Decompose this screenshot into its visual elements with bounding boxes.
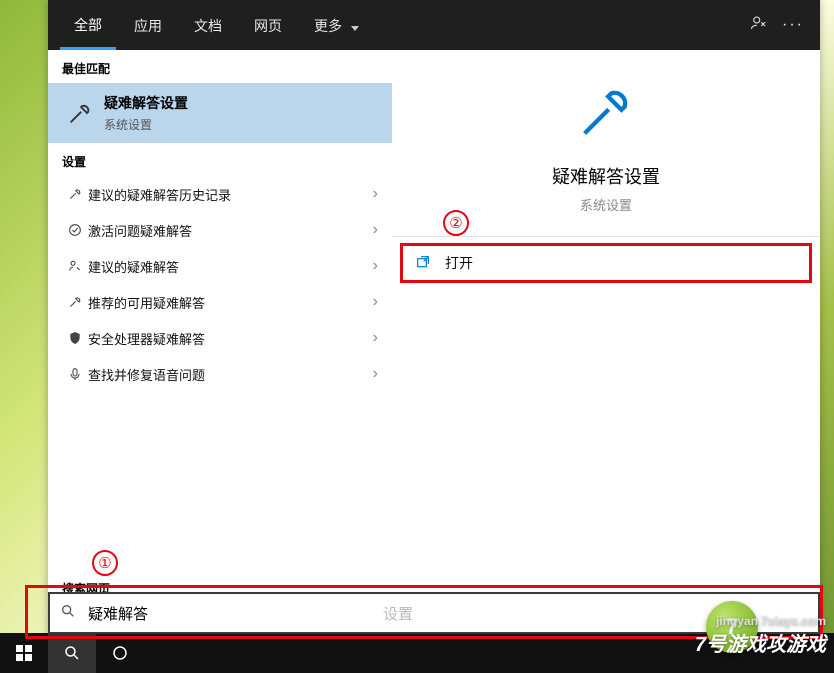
tab-apps[interactable]: 应用 bbox=[120, 2, 176, 48]
content-area: 最佳匹配 疑难解答设置 系统设置 设置 建议的疑难解答历史记录 › bbox=[48, 50, 820, 639]
section-best-match: 最佳匹配 bbox=[48, 50, 392, 83]
settings-item-activation[interactable]: 激活问题疑难解答 › bbox=[48, 212, 392, 248]
top-tabs-bar: 全部 应用 文档 网页 更多 ··· bbox=[48, 0, 820, 50]
watermark-text: jingyan 7xiayx.com 7号游戏攻游戏 bbox=[695, 614, 826, 657]
tab-more[interactable]: 更多 bbox=[300, 2, 373, 48]
settings-item-label: 推荐的可用疑难解答 bbox=[88, 293, 205, 312]
chevron-right-icon: › bbox=[373, 293, 378, 311]
best-match-item[interactable]: 疑难解答设置 系统设置 bbox=[48, 83, 392, 143]
open-icon bbox=[415, 254, 431, 273]
preview-pane: 疑难解答设置 系统设置 打开 bbox=[392, 50, 820, 639]
settings-item-label: 建议的疑难解答 bbox=[88, 257, 179, 276]
microphone-icon bbox=[62, 366, 88, 382]
annotation-step-1: ① bbox=[92, 550, 118, 576]
check-circle-icon bbox=[62, 222, 88, 238]
settings-list: 建议的疑难解答历史记录 › 激活问题疑难解答 › 建议的疑难解答 › 推荐的可用… bbox=[48, 176, 392, 570]
more-options-icon[interactable]: ··· bbox=[778, 16, 808, 34]
chevron-right-icon: › bbox=[373, 221, 378, 239]
wrench-icon bbox=[62, 186, 88, 202]
chevron-right-icon: › bbox=[373, 185, 378, 203]
search-icon bbox=[60, 603, 76, 624]
annotation-step-2: ② bbox=[443, 210, 469, 236]
start-button[interactable] bbox=[0, 633, 48, 673]
search-panel: 全部 应用 文档 网页 更多 ··· 最佳匹配 疑难解答设置 系统设置 bbox=[48, 0, 820, 639]
best-match-title: 疑难解答设置 bbox=[104, 93, 188, 113]
tab-docs[interactable]: 文档 bbox=[180, 2, 236, 48]
open-button-label: 打开 bbox=[445, 253, 473, 273]
settings-item-suggested[interactable]: 建议的疑难解答 › bbox=[48, 248, 392, 284]
watermark-url: jingyan 7xiayx.com bbox=[716, 614, 826, 628]
settings-item-label: 查找并修复语音问题 bbox=[88, 365, 205, 384]
best-match-subtitle: 系统设置 bbox=[104, 116, 188, 133]
chevron-down-icon bbox=[351, 18, 359, 34]
tab-more-label: 更多 bbox=[314, 18, 342, 34]
cortana-button[interactable] bbox=[96, 633, 144, 673]
settings-item-history[interactable]: 建议的疑难解答历史记录 › bbox=[48, 176, 392, 212]
chevron-right-icon: › bbox=[373, 365, 378, 383]
wrench-icon bbox=[574, 80, 638, 149]
feedback-icon[interactable] bbox=[744, 14, 774, 37]
open-button[interactable]: 打开 bbox=[400, 243, 812, 283]
wrench-icon bbox=[62, 294, 88, 310]
chevron-right-icon: › bbox=[373, 329, 378, 347]
preview-subtitle: 系统设置 bbox=[580, 195, 632, 214]
settings-item-voice[interactable]: 查找并修复语音问题 › bbox=[48, 356, 392, 392]
settings-item-label: 安全处理器疑难解答 bbox=[88, 329, 205, 348]
tab-web[interactable]: 网页 bbox=[240, 2, 296, 48]
section-settings: 设置 bbox=[48, 143, 392, 176]
search-autocomplete-hint: 设置 bbox=[383, 603, 413, 624]
settings-item-recommended[interactable]: 推荐的可用疑难解答 › bbox=[48, 284, 392, 320]
settings-item-security[interactable]: 安全处理器疑难解答 › bbox=[48, 320, 392, 356]
taskbar-search-button[interactable] bbox=[48, 633, 96, 673]
wrench-icon bbox=[62, 95, 98, 131]
watermark-label: 7号游戏攻游戏 bbox=[695, 628, 826, 657]
settings-item-label: 激活问题疑难解答 bbox=[88, 221, 192, 240]
settings-item-label: 建议的疑难解答历史记录 bbox=[88, 185, 231, 204]
chevron-right-icon: › bbox=[373, 257, 378, 275]
shield-icon bbox=[62, 330, 88, 346]
tab-all[interactable]: 全部 bbox=[60, 1, 116, 50]
search-input[interactable] bbox=[88, 605, 388, 622]
preview-title: 疑难解答设置 bbox=[552, 163, 660, 189]
person-wrench-icon bbox=[62, 258, 88, 274]
